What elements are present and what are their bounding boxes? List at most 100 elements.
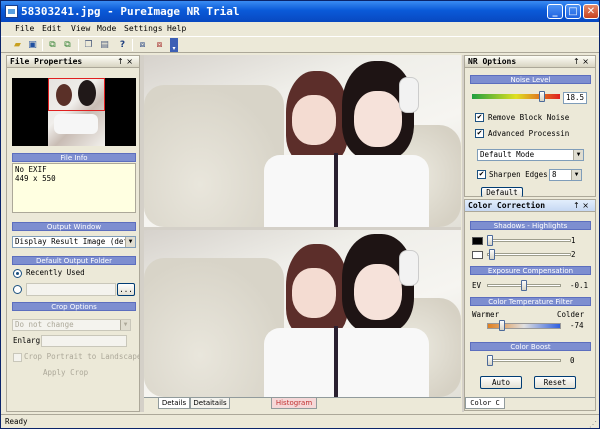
default-output-folder-section-header: Default Output Folder: [12, 256, 136, 265]
compare-icon[interactable]: ⧈: [136, 39, 149, 51]
sharpen-amount-value: 8: [552, 170, 557, 179]
panel-pin-close-icon[interactable]: ↑ ×: [117, 56, 133, 68]
collar-line: [334, 153, 338, 227]
highlight-icon: [472, 251, 483, 259]
colder-label: Colder: [557, 310, 585, 319]
pillow-left: [144, 85, 284, 227]
window-title: 58303241.jpg - PureImage NR Trial: [21, 5, 240, 18]
color-boost-section-header: Color Boost: [470, 342, 591, 351]
advanced-processing-label: Advanced Processin: [488, 129, 570, 138]
ev-slider-thumb[interactable]: [521, 280, 527, 291]
color-boost-slider-track[interactable]: [487, 359, 561, 362]
sharpen-edges-label: Sharpen Edges: [489, 170, 548, 179]
properties-icon[interactable]: ▤: [98, 39, 111, 51]
panel-tab-strip: Color C: [465, 397, 595, 410]
reset-button[interactable]: Reset: [534, 376, 576, 389]
sharpen-amount-select[interactable]: 8 ▼: [549, 169, 582, 181]
noise-level-input[interactable]: 18.5: [563, 92, 587, 104]
shadow-slider-track[interactable]: [487, 239, 571, 242]
nr-mode-select[interactable]: Default Mode ▼: [477, 149, 584, 161]
menu-edit[interactable]: Edit: [42, 22, 61, 36]
maximize-button[interactable]: □: [565, 4, 581, 19]
noise-level-slider-thumb[interactable]: [539, 91, 545, 102]
original-image-pane[interactable]: [144, 55, 461, 227]
panel-pin-close-icon[interactable]: ↑ ×: [573, 200, 589, 212]
menu-file[interactable]: File: [15, 22, 34, 36]
headphone: [399, 250, 419, 286]
remove-block-noise-checkbox[interactable]: ✔: [475, 113, 484, 122]
ev-label: EV: [472, 281, 482, 290]
chevron-down-icon: ▼: [573, 150, 583, 160]
highlight-slider-thumb[interactable]: [489, 249, 495, 260]
toolbar-separator: [132, 39, 133, 51]
face-left: [292, 268, 336, 318]
white-shirts: [264, 328, 429, 397]
shadows-highlights-section-header: Shadows - Highlights: [470, 221, 591, 230]
browse-folder-button[interactable]: ...: [117, 283, 135, 296]
menu-view[interactable]: View: [71, 22, 90, 36]
right-splitter[interactable]: [462, 55, 464, 412]
toolbar-overflow-icon[interactable]: ▾: [170, 38, 178, 52]
menu-mode[interactable]: Mode: [97, 22, 116, 36]
result-image-pane[interactable]: [144, 230, 461, 397]
shadow-slider-thumb[interactable]: [487, 235, 493, 246]
split-view-icon[interactable]: ⧈: [153, 39, 166, 51]
toolbar-separator: [42, 39, 43, 51]
auto-button[interactable]: Auto: [480, 376, 522, 389]
crop-mode-select[interactable]: Do not change ▼: [12, 319, 131, 331]
enlarge-input[interactable]: [41, 335, 127, 347]
close-button[interactable]: ✕: [583, 4, 599, 19]
highlight-slider-track[interactable]: [487, 253, 571, 256]
temperature-slider-thumb[interactable]: [499, 320, 505, 331]
crop-portrait-label: Crop Portrait to Landscape: [24, 352, 142, 361]
recently-used-radio[interactable]: [13, 269, 22, 278]
output-window-select[interactable]: Display Result Image (def ▼: [12, 236, 136, 248]
color-boost-value: 0: [570, 356, 575, 365]
nr-mode-value: Default Mode: [480, 150, 535, 159]
chevron-down-icon: ▼: [125, 237, 135, 247]
advanced-processing-checkbox[interactable]: ✔: [475, 129, 484, 138]
face-right: [354, 91, 402, 147]
enlarge-label: Enlarg: [13, 336, 41, 345]
shadow-icon: [472, 237, 483, 245]
highlight-value: 2: [571, 250, 576, 259]
panel-pin-close-icon[interactable]: ↑ ×: [573, 56, 589, 68]
pillow-left: [144, 258, 284, 397]
copy-icon[interactable]: ❐: [82, 39, 95, 51]
export-icon[interactable]: ⧉: [61, 39, 74, 51]
save-icon[interactable]: ▣: [26, 39, 39, 51]
title-bar[interactable]: 58303241.jpg - PureImage NR Trial _ □ ✕: [1, 1, 599, 22]
tab-details[interactable]: Details: [158, 398, 190, 409]
shadow-value: 1: [571, 236, 576, 245]
custom-folder-input[interactable]: [26, 283, 116, 296]
thumbnail-preview[interactable]: [12, 78, 136, 146]
sharpen-edges-checkbox[interactable]: ✔: [477, 170, 486, 179]
color-boost-slider-thumb[interactable]: [487, 355, 493, 366]
noise-level-section-header: Noise Level: [470, 75, 591, 84]
face-left: [292, 95, 336, 145]
menu-settings[interactable]: Settings: [124, 22, 163, 36]
resize-grip-icon[interactable]: ⋰: [589, 420, 597, 428]
tab-detaitails[interactable]: Detaitails: [190, 398, 230, 409]
tab-histogram[interactable]: Histogram: [271, 398, 317, 409]
toolbar: ▰ ▣ ⧉ ⧉ ❐ ▤ ? ⧈ ⧈ ▾: [1, 36, 599, 53]
thumbnail-view-rect[interactable]: [48, 78, 105, 111]
help-icon[interactable]: ?: [116, 39, 129, 51]
apply-crop-button[interactable]: Apply Crop: [43, 368, 88, 378]
tab-color-correction[interactable]: Color C: [465, 398, 505, 409]
default-button[interactable]: Default: [481, 187, 523, 197]
bottom-tab-strip: Details Detaitails Histogram: [144, 397, 461, 412]
status-text: Ready: [5, 417, 28, 426]
color-temperature-section-header: Color Temperature Filter: [470, 297, 591, 306]
noise-level-track[interactable]: [472, 94, 560, 99]
ev-value: -0.1: [570, 281, 589, 290]
open-icon[interactable]: ▰: [11, 39, 24, 51]
custom-folder-radio[interactable]: [13, 285, 22, 294]
minimize-button[interactable]: _: [547, 4, 563, 19]
batch-icon[interactable]: ⧉: [46, 39, 59, 51]
app-window: 58303241.jpg - PureImage NR Trial _ □ ✕ …: [0, 0, 600, 429]
crop-portrait-checkbox[interactable]: [13, 353, 22, 362]
file-info-size: 449 x 550: [15, 174, 56, 183]
warmer-label: Warmer: [472, 310, 500, 319]
menu-help[interactable]: Help: [167, 22, 186, 36]
